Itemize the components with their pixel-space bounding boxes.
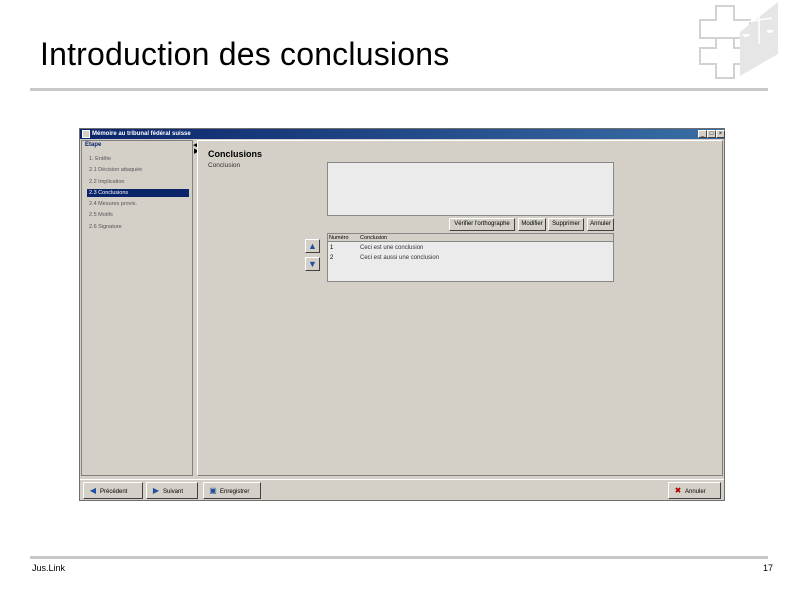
next-label: Suivant	[163, 489, 184, 495]
column-header-number[interactable]: Numéro	[329, 234, 349, 242]
steps-header: Etape	[85, 142, 102, 148]
check-spelling-button[interactable]: Vérifier l'orthographe	[449, 218, 515, 231]
previous-label: Précédent	[100, 489, 128, 495]
footer-brand: Jus.Link	[32, 563, 66, 573]
row-number: 2	[330, 255, 334, 261]
arrow-down-icon: ▼	[308, 259, 317, 269]
step-item[interactable]: 2.6 Signature	[87, 223, 189, 231]
step-item[interactable]: 2.5 Motifs	[87, 211, 189, 219]
cancel-x-icon: ✖	[674, 486, 682, 495]
row-conclusion: Ceci est une conclusion	[360, 245, 424, 251]
app-window: Mémoire au tribunal fédéral suisse _ □ ×…	[79, 128, 725, 501]
window-title: Mémoire au tribunal fédéral suisse	[92, 131, 191, 137]
cancel-edit-button[interactable]: Annuler	[587, 218, 614, 231]
save-label: Enregistrer	[220, 489, 250, 495]
save-button[interactable]: ▣ Enregistrer	[203, 482, 261, 499]
next-button[interactable]: ▶ Suivant	[146, 482, 198, 499]
conclusions-panel: Conclusions Conclusion Vérifier l'orthog…	[197, 140, 723, 476]
arrow-up-icon: ▲	[308, 241, 317, 251]
close-button[interactable]: ×	[716, 130, 725, 138]
footer-divider	[30, 556, 768, 559]
step-item[interactable]: 2.2 Implication	[87, 178, 189, 186]
section-title: Conclusions	[208, 149, 263, 159]
table-row[interactable]: 2 Ceci est aussi une conclusion	[328, 253, 613, 263]
cancel-label: Annuler	[685, 489, 706, 495]
window-titlebar[interactable]: Mémoire au tribunal fédéral suisse _ □ ×	[80, 129, 725, 139]
steps-panel: Etape 1. Entête 2.1 Décision attaquée 2.…	[81, 140, 193, 476]
conclusion-textarea[interactable]	[327, 162, 614, 216]
cancel-button[interactable]: ✖ Annuler	[668, 482, 721, 499]
bottom-toolbar: ◀ Précédent ▶ Suivant ▣ Enregistrer ✖ Annule…	[80, 479, 724, 500]
slide-title: Introduction des conclusions	[40, 36, 450, 72]
conclusion-field-label: Conclusion	[208, 162, 241, 169]
conclusions-table: Numéro Conclusion 1 Ceci est une conclus…	[327, 233, 614, 282]
arrow-left-icon: ◀	[89, 486, 97, 495]
arrow-right-icon: ▶	[152, 486, 160, 495]
page-number: 17	[762, 563, 773, 573]
floppy-disk-icon: ▣	[209, 486, 217, 495]
modify-button[interactable]: Modifier	[518, 218, 546, 231]
move-up-button[interactable]: ▲	[305, 239, 320, 253]
column-header-conclusion[interactable]: Conclusion	[360, 234, 387, 242]
step-item[interactable]: 2.1 Décision attaquée	[87, 166, 189, 174]
title-divider	[30, 88, 768, 91]
table-header: Numéro Conclusion	[328, 234, 613, 242]
delete-button[interactable]: Supprimer	[548, 218, 584, 231]
previous-button[interactable]: ◀ Précédent	[83, 482, 143, 499]
step-item[interactable]: 2.4 Mesures provis.	[87, 200, 189, 208]
minimize-button[interactable]: _	[698, 130, 707, 138]
table-row[interactable]: 1 Ceci est une conclusion	[328, 243, 613, 253]
step-item[interactable]: 1. Entête	[87, 155, 189, 163]
swiss-justice-logo	[699, 2, 778, 79]
step-item-selected[interactable]: 2.3 Conclusions	[87, 189, 189, 197]
maximize-button[interactable]: □	[707, 130, 716, 138]
row-number: 1	[330, 245, 334, 251]
row-conclusion: Ceci est aussi une conclusion	[360, 255, 440, 261]
app-icon	[82, 130, 90, 138]
move-down-button[interactable]: ▼	[305, 257, 320, 271]
